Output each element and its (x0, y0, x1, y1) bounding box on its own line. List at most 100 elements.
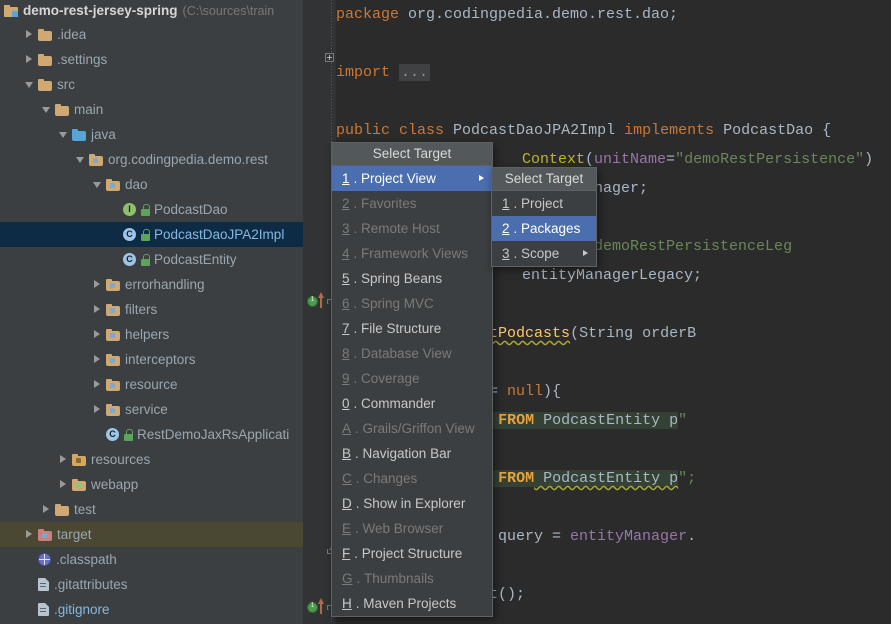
menu-item-dot: . (354, 541, 362, 566)
expand-arrow-icon[interactable] (93, 380, 102, 389)
folder-icon (38, 29, 52, 41)
no-arrow (110, 205, 119, 214)
expand-arrow-icon[interactable] (93, 405, 102, 414)
collapsed-imports[interactable]: ... (399, 64, 430, 81)
code-token: Context (522, 151, 585, 168)
tree-row[interactable]: IPodcastDao (0, 197, 303, 222)
expand-arrow-icon[interactable] (42, 505, 51, 514)
public-lock-icon (124, 429, 133, 441)
tree-row-label: dao (125, 172, 148, 197)
menu-item-dot: . (354, 191, 362, 216)
no-arrow (110, 255, 119, 264)
code-line: public class PodcastDaoJPA2Impl implemen… (336, 116, 831, 145)
expand-arrow-icon[interactable] (59, 455, 68, 464)
menu-item-packages[interactable]: 2. Packages (492, 216, 596, 241)
menu-item-changes: C. Changes (332, 466, 492, 491)
tree-row[interactable]: main (0, 97, 303, 122)
no-arrow (25, 580, 34, 589)
tree-row[interactable]: CRestDemoJaxRsApplicati (0, 422, 303, 447)
expand-arrow-icon[interactable] (93, 330, 102, 339)
tree-row[interactable]: target (0, 522, 303, 547)
menu-item-project-structure[interactable]: F. Project Structure (332, 541, 492, 566)
code-token: "demoRestPersistenceLeg (585, 238, 792, 255)
menu-item-show-in-explorer[interactable]: D. Show in Explorer (332, 491, 492, 516)
tree-row[interactable]: .gitattributes (0, 572, 303, 597)
menu-item-commander[interactable]: 0. Commander (332, 391, 492, 416)
menu-item-navigation-bar[interactable]: B. Navigation Bar (332, 441, 492, 466)
select-view-menu-list[interactable]: 1. Project2. Packages3. Scope (492, 191, 596, 266)
tree-row[interactable]: .gitignore (0, 597, 303, 622)
menu-item-spring-beans[interactable]: 5. Spring Beans (332, 266, 492, 291)
menu-item-maven-projects[interactable]: H. Maven Projects (332, 591, 492, 616)
tree-row[interactable]: CPodcastDaoJPA2Impl (0, 222, 303, 247)
tree-row-label: interceptors (125, 347, 196, 372)
menu-item-dot: . (514, 241, 522, 266)
collapse-arrow-icon[interactable] (42, 105, 51, 114)
tree-row[interactable]: .settings (0, 47, 303, 72)
menu-item-dot: . (356, 491, 364, 516)
class-icon: C (106, 428, 119, 441)
tree-row[interactable]: filters (0, 297, 303, 322)
submenu-arrow-icon (479, 175, 484, 181)
project-tool-window[interactable]: demo-rest-jersey-spring (C:\sources\trai… (0, 0, 303, 624)
menu-item-label: Framework Views (361, 241, 468, 266)
tree-row[interactable]: errorhandling (0, 272, 303, 297)
menu-item-dot: . (355, 441, 363, 466)
tree-row[interactable]: resource (0, 372, 303, 397)
tree-row[interactable]: interceptors (0, 347, 303, 372)
tree-row[interactable]: CPodcastEntity (0, 247, 303, 272)
select-view-popup[interactable]: Select Target 1. Project2. Packages3. Sc… (491, 167, 597, 267)
tree-row[interactable]: src (0, 72, 303, 97)
tree-row[interactable]: resources (0, 447, 303, 472)
tree-row-label: service (125, 397, 168, 422)
tree-row[interactable]: java (0, 122, 303, 147)
project-root-row[interactable]: demo-rest-jersey-spring (C:\sources\trai… (0, 0, 303, 22)
tree-row[interactable]: helpers (0, 322, 303, 347)
menu-mnemonic: 3 (342, 216, 350, 241)
tree-row[interactable]: dao (0, 172, 303, 197)
tree-row[interactable]: .idea (0, 22, 303, 47)
menu-item-label: Grails/Griffon View (363, 416, 475, 441)
collapse-arrow-icon[interactable] (93, 180, 102, 189)
menu-item-dot: . (354, 216, 362, 241)
project-tree[interactable]: .idea.settingssrcmainjavaorg.codingpedia… (0, 22, 303, 622)
tree-row[interactable]: test (0, 497, 303, 522)
tree-row-label: resources (91, 447, 150, 472)
menu-item-dot: . (354, 166, 362, 191)
expand-arrow-icon[interactable] (93, 305, 102, 314)
expand-arrow-icon[interactable] (25, 530, 34, 539)
expand-arrow-icon[interactable] (93, 280, 102, 289)
package-icon (106, 404, 120, 416)
menu-item-scope[interactable]: 3. Scope (492, 241, 596, 266)
menu-item-dot: . (354, 391, 362, 416)
menu-item-grails-griffon-view: A. Grails/Griffon View (332, 416, 492, 441)
tree-row[interactable]: webapp (0, 472, 303, 497)
collapse-arrow-icon[interactable] (76, 155, 85, 164)
tree-row[interactable]: service (0, 397, 303, 422)
tree-row-label: .idea (57, 22, 86, 47)
menu-mnemonic: 7 (342, 316, 350, 341)
tree-row[interactable]: org.codingpedia.demo.rest (0, 147, 303, 172)
collapse-arrow-icon[interactable] (59, 130, 68, 139)
expand-arrow-icon[interactable] (93, 355, 102, 364)
menu-item-label: Thumbnails (364, 566, 434, 591)
select-target-popup[interactable]: Select Target 1. Project View2. Favorite… (331, 142, 493, 617)
menu-mnemonic: 2 (502, 216, 510, 241)
import-fold-toggle[interactable] (325, 53, 334, 62)
menu-item-dot: . (356, 466, 364, 491)
expand-arrow-icon[interactable] (25, 55, 34, 64)
tree-row[interactable]: .classpath (0, 547, 303, 572)
menu-item-project[interactable]: 1. Project (492, 191, 596, 216)
tree-row-label: main (74, 97, 103, 122)
class-icon: C (123, 228, 136, 241)
expand-arrow-icon[interactable] (25, 30, 34, 39)
menu-item-project-view[interactable]: 1. Project View (332, 166, 492, 191)
select-target-menu-list[interactable]: 1. Project View2. Favorites3. Remote Hos… (332, 166, 492, 616)
menu-item-file-structure[interactable]: 7. File Structure (332, 316, 492, 341)
menu-mnemonic: D (342, 491, 352, 516)
source-root-folder-icon (72, 129, 86, 141)
collapse-arrow-icon[interactable] (25, 80, 34, 89)
menu-mnemonic: 0 (342, 391, 350, 416)
expand-arrow-icon[interactable] (59, 480, 68, 489)
folder-icon (55, 504, 69, 516)
